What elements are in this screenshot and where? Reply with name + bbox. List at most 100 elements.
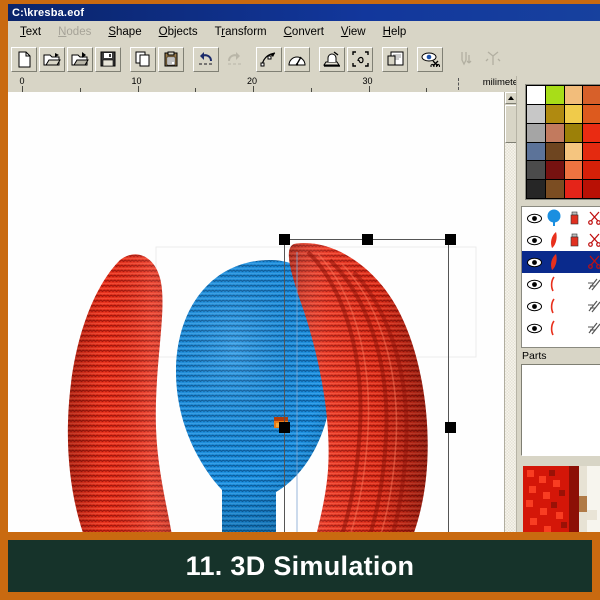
layer-shape-thumbnail [544, 208, 564, 228]
color-swatch[interactable] [583, 180, 600, 198]
selection-handle-w[interactable] [279, 422, 290, 433]
color-swatch[interactable] [583, 142, 600, 161]
menu-item-view[interactable]: View [341, 26, 366, 38]
selection-bounding-box[interactable] [279, 234, 456, 532]
ruler-label: 10 [131, 76, 142, 86]
eye-scissors-icon [421, 51, 440, 67]
color-swatch[interactable] [545, 142, 564, 161]
color-swatch[interactable] [545, 104, 564, 123]
selection-handle-ne[interactable] [445, 234, 456, 245]
new-file-button[interactable] [11, 46, 37, 72]
menu-item-shape[interactable]: Shape [108, 26, 141, 38]
window-title: C:\kresba.eof [12, 6, 85, 19]
objects-layer-list[interactable] [521, 206, 600, 348]
thread-spool-icon[interactable] [564, 296, 584, 316]
menu-item-transform[interactable]: Transform [215, 26, 267, 38]
layer-row-4[interactable] [522, 273, 600, 295]
eye-scissors-button[interactable] [417, 46, 443, 72]
open-folder-icon [43, 51, 61, 67]
gauge-button[interactable] [284, 46, 310, 72]
node-curve-icon [260, 51, 278, 67]
menu-item-objects[interactable]: Objects [159, 26, 198, 38]
thread-spool-icon[interactable] [564, 208, 584, 228]
layer-row-3[interactable] [522, 251, 600, 273]
color-swatch[interactable] [527, 161, 545, 180]
thread-spool-icon[interactable] [564, 274, 584, 294]
color-swatch[interactable] [564, 142, 583, 161]
color-swatch[interactable] [545, 180, 564, 198]
color-swatch[interactable] [527, 86, 545, 104]
color-palette[interactable] [525, 84, 600, 200]
open-folder-button[interactable] [39, 46, 65, 72]
select-marquee-button[interactable] [347, 46, 373, 72]
color-swatch[interactable] [545, 161, 564, 180]
scissors-trim-icon[interactable] [584, 252, 600, 272]
paste-clipboard-button[interactable] [158, 46, 184, 72]
layers-window-button[interactable] [382, 46, 408, 72]
ruler-unit-separator [458, 78, 460, 90]
color-swatch[interactable] [527, 142, 545, 161]
color-swatch[interactable] [583, 161, 600, 180]
color-swatch[interactable] [583, 123, 600, 142]
hatch-fill-icon[interactable] [584, 318, 600, 338]
color-swatch[interactable] [564, 104, 583, 123]
color-swatch[interactable] [545, 123, 564, 142]
toolbar-separator [311, 47, 318, 72]
color-swatch[interactable] [564, 161, 583, 180]
menu-item-nodes: Nodes [58, 25, 92, 38]
layer-row-6[interactable] [522, 317, 600, 339]
eye-visibility-icon[interactable] [524, 252, 544, 272]
color-swatch[interactable] [564, 123, 583, 142]
eye-visibility-icon[interactable] [524, 274, 544, 294]
open-folder-alt-button[interactable] [67, 46, 93, 72]
layer-row-2[interactable] [522, 229, 600, 251]
thread-spool-icon[interactable] [564, 230, 584, 250]
eye-visibility-icon[interactable] [524, 230, 544, 250]
color-swatch[interactable] [583, 104, 600, 123]
hatch-fill-icon[interactable] [584, 296, 600, 316]
design-canvas[interactable] [8, 92, 516, 532]
screenshot-root: C:\kresba.eof Text Nodes Shape Objects Trans… [0, 0, 600, 600]
thread-spool-icon[interactable] [564, 318, 584, 338]
color-swatch[interactable] [564, 180, 583, 198]
thread-spool-icon[interactable] [564, 252, 584, 272]
color-swatch[interactable] [527, 180, 545, 198]
scissors-trim-icon[interactable] [584, 208, 600, 228]
copy-button[interactable] [130, 46, 156, 72]
horizontal-ruler: milimeters 0 10 20 30 [8, 76, 532, 93]
title-bar: C:\kresba.eof [8, 4, 600, 21]
color-swatch[interactable] [545, 86, 564, 104]
parts-list[interactable] [521, 364, 600, 456]
stamp-button[interactable] [319, 46, 345, 72]
node-curve-button[interactable] [256, 46, 282, 72]
scissors-trim-icon[interactable] [584, 230, 600, 250]
ruler-label: 30 [362, 76, 373, 86]
color-swatch[interactable] [527, 123, 545, 142]
toolbar [8, 42, 600, 77]
gauge-icon [288, 52, 306, 66]
menu-item-help[interactable]: Help [383, 26, 407, 38]
save-disk-button[interactable] [95, 46, 121, 72]
color-swatch[interactable] [564, 86, 583, 104]
eye-visibility-icon[interactable] [524, 318, 544, 338]
selection-handle-e[interactable] [445, 422, 456, 433]
layer-row-1[interactable] [522, 207, 600, 229]
menu-item-text[interactable]: Text [20, 26, 41, 38]
selection-handle-nw[interactable] [279, 234, 290, 245]
open-folder-alt-icon [71, 51, 89, 67]
eye-visibility-icon[interactable] [524, 296, 544, 316]
toolbar-separator [122, 47, 129, 72]
color-swatch[interactable] [583, 86, 600, 104]
eye-visibility-icon[interactable] [524, 208, 544, 228]
layer-row-5[interactable] [522, 295, 600, 317]
hatch-fill-icon[interactable] [584, 274, 600, 294]
toolbar-separator [444, 47, 451, 72]
parts-label: Parts [522, 350, 547, 362]
new-file-icon [16, 51, 33, 68]
undo-arrow-button[interactable] [193, 46, 219, 72]
menu-item-convert[interactable]: Convert [284, 26, 324, 38]
color-swatch[interactable] [527, 104, 545, 123]
application-window: C:\kresba.eof Text Nodes Shape Objects Trans… [8, 4, 600, 532]
stamp-icon [323, 51, 341, 67]
selection-handle-n[interactable] [362, 234, 373, 245]
